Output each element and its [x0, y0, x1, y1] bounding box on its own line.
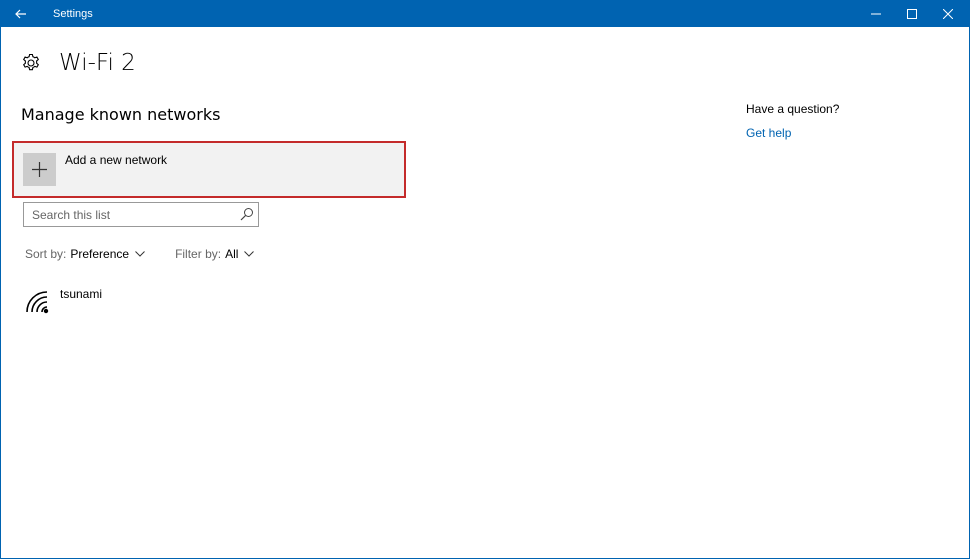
minimize-icon [871, 13, 881, 15]
filter-value: All [225, 247, 239, 261]
page-title: Wi-Fi 2 [59, 50, 136, 76]
search-box[interactable] [23, 202, 259, 227]
title-bar: Settings [1, 1, 969, 27]
chevron-down-icon [135, 251, 145, 257]
chevron-down-icon [244, 251, 255, 257]
network-name: tsunami [60, 287, 103, 301]
sort-filter-row: Sort by: Preference Filter by: All [25, 247, 255, 261]
close-icon [943, 9, 953, 19]
back-arrow-icon [15, 9, 26, 19]
back-button[interactable] [1, 1, 41, 27]
network-list-item[interactable]: tsunami [23, 284, 323, 318]
wifi-signal-icon [26, 291, 49, 314]
filter-dropdown[interactable]: Filter by: All [175, 247, 255, 261]
sort-label: Sort by: [25, 247, 67, 261]
settings-window: Settings Wi-Fi 2 Manage known networks A… [0, 0, 970, 559]
filter-label: Filter by: [175, 247, 222, 261]
search-icon[interactable] [240, 207, 254, 221]
window-title: Settings [53, 8, 93, 20]
highlight-box [12, 141, 406, 198]
get-help-link[interactable]: Get help [746, 126, 791, 140]
search-input[interactable] [24, 203, 237, 226]
page-header: Wi-Fi 2 [21, 47, 136, 79]
maximize-icon [907, 9, 917, 19]
help-question: Have a question? [746, 102, 840, 116]
sort-value: Preference [70, 247, 130, 261]
sort-dropdown[interactable]: Sort by: Preference [25, 247, 145, 261]
gear-icon [22, 53, 40, 71]
close-button[interactable] [925, 1, 969, 27]
section-title: Manage known networks [21, 105, 221, 124]
